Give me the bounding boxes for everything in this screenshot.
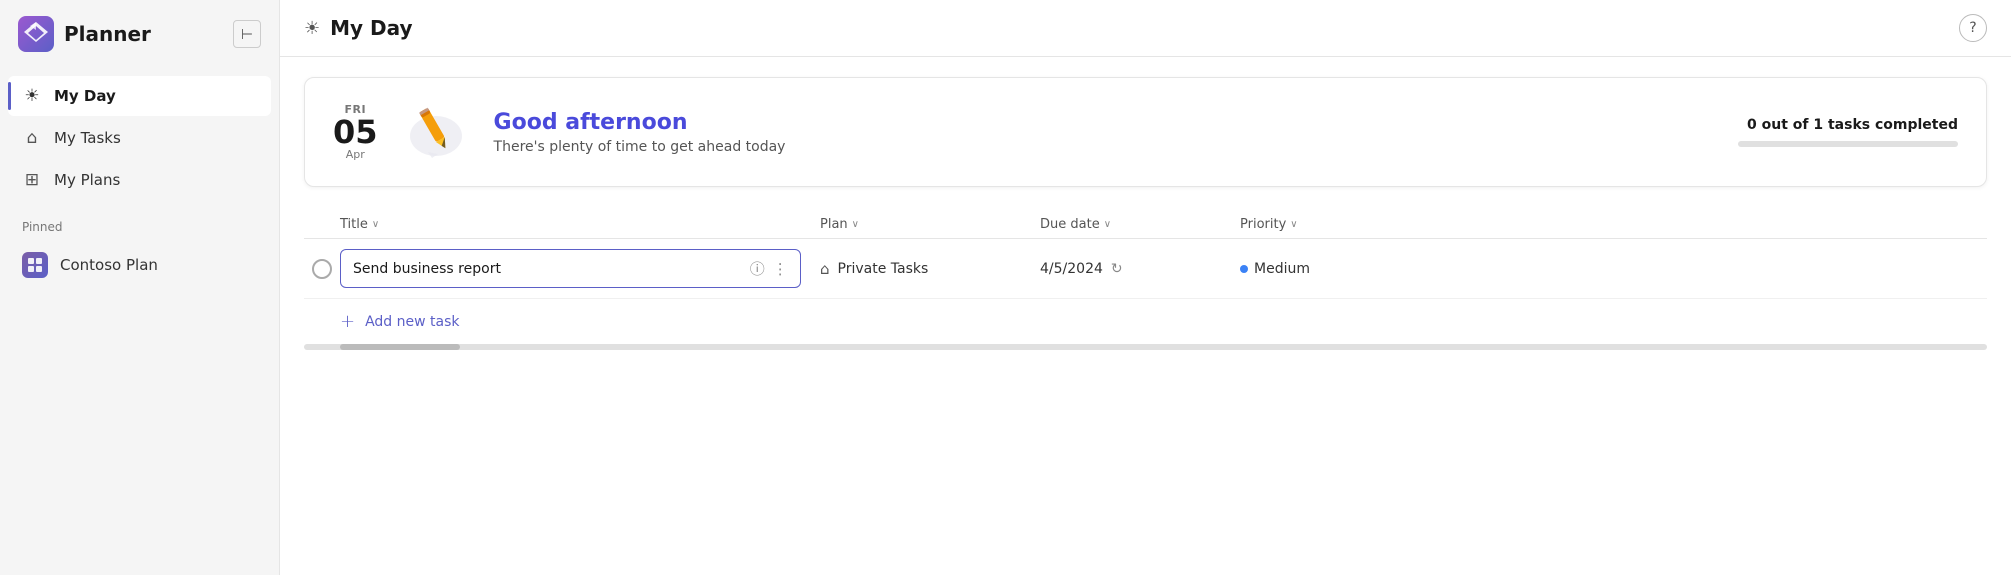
grid-icon: ⊞: [22, 170, 42, 190]
progress-label: 0 out of 1 tasks completed: [1738, 117, 1958, 133]
sidebar-header: Planner ⊢: [0, 0, 279, 68]
topbar-left: ☀ My Day: [304, 16, 413, 40]
plan-sort-icon: ∨: [852, 219, 859, 230]
sidebar-item-my-tasks[interactable]: ⌂ My Tasks: [8, 118, 271, 158]
task-info-icon[interactable]: ⓘ: [750, 258, 765, 279]
column-header-priority[interactable]: Priority ∨: [1240, 217, 1987, 232]
home-icon: ⌂: [22, 128, 42, 148]
sidebar: Planner ⊢ ☀ My Day ⌂ My Tasks ⊞ My Plans…: [0, 0, 280, 575]
add-task-row[interactable]: + Add new task: [304, 299, 1987, 336]
title-sort-icon: ∨: [372, 219, 379, 230]
task-more-icon[interactable]: ⋮: [773, 260, 788, 278]
collapse-sidebar-button[interactable]: ⊢: [233, 20, 261, 48]
sun-icon: ☀: [22, 86, 42, 106]
app-name: Planner: [64, 22, 151, 46]
column-header-due-date[interactable]: Due date ∨: [1040, 217, 1240, 232]
sidebar-item-my-day[interactable]: ☀ My Day: [8, 76, 271, 116]
task-plan-text: Private Tasks: [838, 261, 929, 277]
welcome-left: FRI 05 Apr: [333, 98, 785, 166]
pencil-icon: [404, 98, 468, 162]
recurrence-icon[interactable]: ↻: [1111, 261, 1123, 277]
horizontal-scrollbar-thumb[interactable]: [340, 344, 460, 350]
task-table: Title ∨ Plan ∨ Due date ∨ Priority ∨: [304, 211, 1987, 350]
collapse-icon: ⊢: [241, 26, 253, 43]
plan-home-icon: ⌂: [820, 260, 830, 278]
duedate-sort-icon: ∨: [1104, 219, 1111, 230]
main-content: ☀ My Day ? FRI 05 Apr: [280, 0, 2011, 575]
task-title-cell: Send business report ⓘ ⋮: [340, 249, 820, 288]
topbar: ☀ My Day ?: [280, 0, 2011, 57]
column-header-title[interactable]: Title ∨: [340, 217, 820, 232]
task-complete-button[interactable]: [312, 259, 332, 279]
app-logo: Planner: [18, 16, 151, 52]
help-icon: ?: [1969, 20, 1976, 36]
page-title: My Day: [330, 16, 412, 40]
task-complete-area: [304, 259, 340, 279]
sidebar-nav: ☀ My Day ⌂ My Tasks ⊞ My Plans: [0, 68, 279, 208]
content-area: FRI 05 Apr: [280, 57, 2011, 575]
welcome-text: Good afternoon There's plenty of time to…: [494, 110, 786, 155]
topbar-sun-icon: ☀: [304, 18, 320, 39]
greeting-subtitle: There's plenty of time to get ahead toda…: [494, 139, 786, 155]
table-header: Title ∨ Plan ∨ Due date ∨ Priority ∨: [304, 211, 1987, 239]
welcome-card: FRI 05 Apr: [304, 77, 1987, 187]
sidebar-item-label: My Day: [54, 87, 116, 105]
add-task-label: Add new task: [365, 314, 459, 330]
contoso-plan-icon: [22, 252, 48, 278]
sidebar-item-contoso-plan[interactable]: Contoso Plan: [8, 242, 271, 288]
date-block: FRI 05 Apr: [333, 103, 378, 161]
task-priority-cell: Medium: [1240, 261, 1987, 277]
column-header-plan[interactable]: Plan ∨: [820, 217, 1040, 232]
task-plan-cell: ⌂ Private Tasks: [820, 260, 1040, 278]
task-priority-text: Medium: [1254, 261, 1310, 277]
contoso-plan-label: Contoso Plan: [60, 256, 158, 274]
priority-dot: [1240, 265, 1248, 273]
sidebar-item-label: My Plans: [54, 171, 120, 189]
pencil-illustration: [404, 98, 468, 166]
sidebar-item-my-plans[interactable]: ⊞ My Plans: [8, 160, 271, 200]
horizontal-scrollbar-track: [304, 344, 1987, 350]
sidebar-item-label: My Tasks: [54, 129, 121, 147]
task-title-actions: ⓘ ⋮: [750, 258, 788, 279]
pinned-section-label: Pinned: [0, 208, 279, 238]
task-due-cell: 4/5/2024 ↻: [1040, 261, 1240, 277]
greeting-text: Good afternoon: [494, 110, 786, 135]
progress-bar-track: [1738, 141, 1958, 147]
task-title-box[interactable]: Send business report ⓘ ⋮: [340, 249, 801, 288]
help-button[interactable]: ?: [1959, 14, 1987, 42]
task-title-text: Send business report: [353, 261, 501, 277]
add-task-icon: +: [340, 311, 355, 332]
progress-section: 0 out of 1 tasks completed: [1738, 117, 1958, 147]
table-row: Send business report ⓘ ⋮ ⌂ Private Tasks…: [304, 239, 1987, 299]
priority-sort-icon: ∨: [1290, 219, 1297, 230]
day-number: 05: [333, 116, 378, 148]
task-due-date-text: 4/5/2024: [1040, 261, 1103, 277]
planner-logo-icon: [18, 16, 54, 52]
